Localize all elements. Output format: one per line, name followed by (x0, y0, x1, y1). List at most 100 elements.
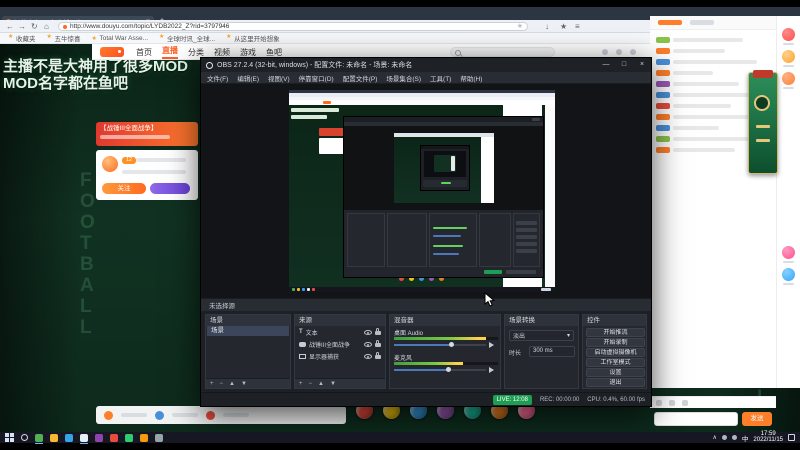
taskbar-app-icon[interactable] (125, 433, 133, 442)
header-icon[interactable] (616, 49, 622, 55)
visibility-eye-icon[interactable] (364, 341, 372, 347)
room-tool-icon[interactable] (155, 410, 164, 420)
url-input[interactable] (70, 22, 514, 31)
nav-item-live[interactable]: 直播 (162, 45, 178, 59)
volume-slider[interactable] (394, 366, 486, 373)
duration-input[interactable]: 300 ms (529, 346, 575, 357)
menu-edit[interactable]: 编辑(E) (237, 73, 259, 83)
chat-tool-icon[interactable] (682, 399, 688, 406)
taskbar-app-icon[interactable] (140, 433, 148, 442)
taskbar-clock[interactable]: 17:59 2022/11/15 (753, 431, 783, 443)
menu-docks[interactable]: 停靠窗口(D) (299, 73, 334, 83)
douyu-logo[interactable] (100, 47, 124, 57)
rail-icon[interactable] (782, 246, 795, 263)
start-button[interactable] (5, 433, 14, 442)
volume-icon[interactable] (731, 435, 737, 440)
menu-view[interactable]: 视图(V) (268, 73, 290, 83)
send-button[interactable]: 发送 (742, 412, 772, 426)
nav-item-category[interactable]: 分类 (188, 47, 204, 58)
bookmark-star-icon[interactable]: ★ (517, 23, 523, 30)
bookmark-item[interactable]: 收藏夹 (8, 33, 36, 43)
rail-icon[interactable] (782, 268, 795, 285)
nav-item-home[interactable]: 首页 (136, 47, 152, 58)
obs-preview-canvas[interactable] (201, 84, 651, 298)
ime-indicator[interactable]: 中 (742, 433, 749, 443)
rail-icon[interactable] (782, 28, 795, 45)
settings-button[interactable]: 设置 (586, 368, 645, 377)
add-scene-icon[interactable]: + (210, 381, 214, 387)
speaker-icon[interactable] (489, 342, 494, 348)
obs-minimize-button[interactable]: — (597, 58, 615, 72)
chat-tool-icon[interactable] (669, 399, 675, 406)
obs-title-bar[interactable]: OBS 27.2.4 (32-bit, windows) - 配置文件: 未命名… (201, 58, 651, 72)
nav-item-video[interactable]: 视频 (214, 47, 230, 58)
source-up-icon[interactable]: ▲ (318, 381, 324, 387)
lock-icon[interactable] (375, 352, 381, 359)
start-recording-button[interactable]: 开始录制 (586, 338, 645, 347)
refresh-icon[interactable]: ↻ (31, 22, 38, 31)
forward-icon[interactable]: → (18, 22, 26, 31)
download-icon[interactable]: ↓ (545, 22, 549, 31)
menu-help[interactable]: 帮助(H) (460, 73, 482, 83)
favorites-icon[interactable]: ★ (560, 22, 567, 31)
bookmark-item[interactable]: 全球时讯_全球... (159, 33, 215, 43)
follow-button[interactable]: 关注 (102, 183, 146, 194)
taskbar-app-obs[interactable] (80, 433, 88, 444)
nav-item-game[interactable]: 游戏 (240, 47, 256, 58)
scene-down-icon[interactable]: ▼ (241, 381, 247, 387)
menu-tools[interactable]: 工具(T) (430, 73, 451, 83)
network-icon[interactable] (721, 435, 727, 440)
chat-tab-active-bar[interactable] (658, 20, 682, 25)
source-item-display[interactable]: 显示器捕获 (296, 351, 384, 361)
obs-maximize-button[interactable]: □ (615, 58, 633, 72)
anniversary-banner[interactable] (748, 70, 778, 174)
visibility-eye-icon[interactable] (364, 329, 372, 335)
menu-scene-collection[interactable]: 场景集合(S) (386, 73, 421, 83)
nav-item-yuba[interactable]: 鱼吧 (266, 47, 282, 58)
taskbar-app-explorer[interactable] (50, 433, 58, 442)
start-streaming-button[interactable]: 开始推流 (586, 328, 645, 337)
studio-mode-button[interactable]: 工作室模式 (586, 358, 645, 367)
back-icon[interactable]: ← (6, 22, 14, 31)
remove-source-icon[interactable]: − (309, 381, 313, 387)
speaker-icon[interactable] (489, 367, 494, 373)
source-item-game[interactable]: 战锤III全面战争 (296, 339, 384, 349)
menu-file[interactable]: 文件(F) (207, 73, 228, 83)
lock-icon[interactable] (375, 340, 381, 347)
transition-select[interactable]: 淡出 ▾ (509, 330, 574, 341)
chat-tab-bar[interactable] (690, 20, 714, 25)
visibility-eye-icon[interactable] (364, 353, 372, 359)
remove-scene-icon[interactable]: − (220, 381, 224, 387)
taskbar-app-icon[interactable] (155, 433, 163, 442)
volume-slider[interactable] (394, 341, 486, 348)
streamer-avatar[interactable] (102, 156, 118, 172)
header-icon[interactable] (602, 49, 608, 55)
room-tool-icon[interactable] (104, 410, 113, 420)
bookmark-item[interactable]: 从这里开始想象 (226, 33, 280, 43)
taskbar-app-browser[interactable] (35, 433, 43, 444)
noble-button[interactable] (150, 183, 190, 194)
source-item-text[interactable]: T 文本 (296, 327, 384, 337)
bookmark-item[interactable]: 五牛惊喜 (47, 33, 81, 43)
scene-item[interactable]: 场景 (207, 326, 289, 336)
add-source-icon[interactable]: + (299, 381, 303, 387)
source-down-icon[interactable]: ▼ (330, 381, 336, 387)
tray-expand-icon[interactable]: ∧ (713, 435, 717, 441)
event-banner-warhammer[interactable]: 【战锤III全面战争】 (96, 122, 198, 146)
chat-tool-icon[interactable] (656, 399, 662, 406)
rail-icon[interactable] (782, 72, 795, 89)
taskbar-app-icon[interactable] (95, 433, 103, 442)
rail-icon[interactable] (782, 50, 795, 67)
room-tool-icon[interactable] (206, 410, 215, 420)
bookmark-item[interactable]: Total War Asse... (92, 35, 149, 42)
chat-input[interactable] (654, 412, 738, 426)
site-search-box[interactable] (450, 47, 555, 57)
scene-up-icon[interactable]: ▲ (229, 381, 235, 387)
notification-icon[interactable] (788, 434, 795, 441)
taskbar-app-icon[interactable] (65, 433, 73, 442)
header-icon[interactable] (630, 49, 636, 55)
taskbar-app-icon[interactable] (110, 433, 118, 442)
exit-button[interactable]: 退出 (586, 378, 645, 387)
taskbar-search-icon[interactable] (21, 434, 28, 441)
virtual-camera-button[interactable]: 启动虚拟摄像机 (586, 348, 645, 357)
